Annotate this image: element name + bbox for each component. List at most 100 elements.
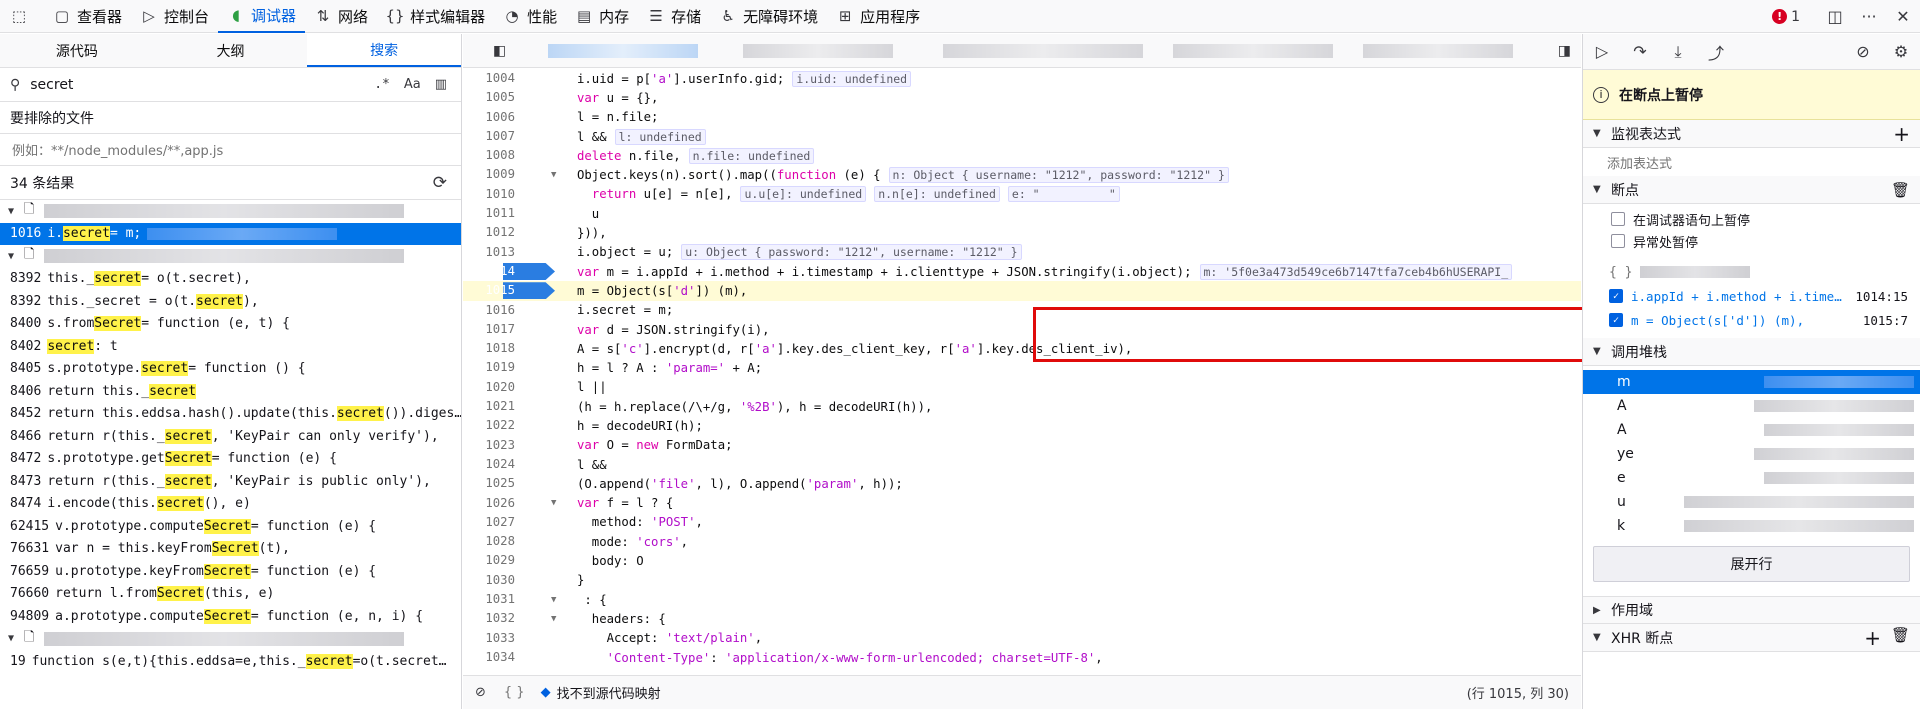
- search-result-row[interactable]: 62415 v.prototype.compute Secret = functio…: [0, 515, 461, 538]
- code-line[interactable]: 1023 var O = new FormData;: [463, 436, 1581, 455]
- code-line[interactable]: 1012})),: [463, 223, 1581, 242]
- code-line[interactable]: 1034 'Content-Type': 'application/x-www-…: [463, 648, 1581, 667]
- line-number[interactable]: 1030: [463, 571, 551, 590]
- line-number[interactable]: 1010: [463, 185, 551, 204]
- fold-toggle-icon[interactable]: ▼: [551, 498, 577, 508]
- trash-icon[interactable]: 🗑: [1891, 181, 1910, 199]
- tab-accessibility[interactable]: ♿ 无障碍环境: [710, 0, 827, 33]
- code-line[interactable]: 1011 u: [463, 204, 1581, 223]
- search-result-row[interactable]: 8466 return r(this._ secret, 'KeyPair can …: [0, 425, 461, 448]
- inline-preview[interactable]: n: Object { username: "1212", password: …: [888, 167, 1229, 184]
- code-editor[interactable]: 1004 i.uid = p['a'].userInfo.gid; i.uid: u…: [463, 69, 1581, 669]
- tab-inspector[interactable]: ▢ 查看器: [44, 0, 131, 33]
- fold-toggle-icon[interactable]: ▼: [551, 595, 577, 605]
- excluded-files-input[interactable]: 例如：**/node_modules/**,app.js: [0, 134, 461, 166]
- code-line[interactable]: 1029 body: O: [463, 551, 1581, 570]
- search-result-row[interactable]: 8472 s.prototype.get Secret = function (e)…: [0, 448, 461, 471]
- tab-sources[interactable]: 源代码: [0, 34, 154, 67]
- code-line[interactable]: 1024 l &&: [463, 455, 1581, 474]
- code-line[interactable]: 1028 mode: 'cors',: [463, 532, 1581, 551]
- code-line[interactable]: 1032 ▼ headers: {: [463, 609, 1581, 628]
- result-file-header[interactable]: ▼ 🗋: [0, 245, 461, 268]
- error-count-badge[interactable]: ! 1: [1772, 9, 1800, 25]
- add-xhr-breakpoint-icon[interactable]: +: [1864, 626, 1881, 650]
- code-line[interactable]: 1030}: [463, 571, 1581, 590]
- step-over-button[interactable]: ↷: [1621, 34, 1659, 70]
- refresh-icon[interactable]: ⟳: [433, 173, 447, 193]
- code-line[interactable]: 1015 m = Object(s['d']) (m),: [463, 281, 1581, 301]
- toggle-sidebar-icon[interactable]: ◧: [493, 43, 506, 59]
- scopes-header[interactable]: ▶ 作用域: [1583, 596, 1920, 624]
- toggle-right-sidebar-icon[interactable]: ◨: [1558, 43, 1571, 59]
- code-line[interactable]: 1014 var m = i.appId + i.method + i.times…: [463, 262, 1581, 281]
- line-number[interactable]: 1013: [463, 243, 551, 262]
- inline-preview[interactable]: u: Object { password: "1212", username: …: [681, 244, 1022, 261]
- tab-search[interactable]: 搜索: [307, 34, 462, 67]
- search-result-row[interactable]: 8392 this._secret = o(t.secret),: [0, 268, 461, 291]
- search-input[interactable]: secret: [30, 77, 374, 93]
- tab-storage[interactable]: ☰ 存储: [638, 0, 710, 33]
- inline-preview[interactable]: n.n[e]: undefined: [874, 186, 1000, 203]
- search-result-row[interactable]: 8400 s.from Secret = function (e, t) {: [0, 313, 461, 336]
- inline-preview[interactable]: u.u[e]: undefined: [740, 186, 867, 203]
- breakpoints-header[interactable]: ▼ 断点 🗑: [1583, 176, 1920, 204]
- close-devtools-button[interactable]: ✕: [1886, 0, 1920, 33]
- search-result-row[interactable]: 8473 return r(this._ secret, 'KeyPair is p…: [0, 470, 461, 493]
- search-result-row[interactable]: 8392 this._secret = o(t.secret),: [0, 290, 461, 313]
- step-in-button[interactable]: ⤓: [1659, 34, 1697, 70]
- line-number[interactable]: 1006: [463, 108, 551, 127]
- call-stack-frame[interactable]: m: [1583, 370, 1920, 394]
- add-watch-icon[interactable]: +: [1893, 122, 1910, 146]
- code-line[interactable]: 1010 return u[e] = n[e], u.u[e]: undefine…: [463, 185, 1581, 204]
- tab-network[interactable]: ⇅ 网络: [305, 0, 377, 33]
- line-number[interactable]: 1033: [463, 629, 551, 648]
- code-line[interactable]: 1020 l ||: [463, 378, 1581, 397]
- inline-preview[interactable]: m: '5f0e3a473d549ce6b7147tfa7ceb4b6hUSER…: [1199, 263, 1513, 280]
- line-number[interactable]: 1027: [463, 513, 551, 532]
- search-result-row[interactable]: 19 function s(e,t){this.eddsa=e,this._ sec…: [0, 650, 461, 673]
- expand-rows-button[interactable]: 展开行: [1593, 546, 1910, 582]
- debugger-settings-button[interactable]: ⚙: [1882, 34, 1920, 70]
- line-number[interactable]: 1005: [463, 88, 551, 107]
- checkbox[interactable]: [1611, 212, 1625, 226]
- breakpoint-item[interactable]: ✓ m = Object(s['d']) (m), 1015:7: [1583, 308, 1920, 332]
- code-line[interactable]: 1005 var u = {},: [463, 88, 1581, 107]
- search-result-row[interactable]: 8452 return this.eddsa.hash().update(this…: [0, 403, 461, 426]
- search-result-row[interactable]: 8474 i.encode(this. secret (), e): [0, 493, 461, 516]
- tab-outline[interactable]: 大纲: [154, 34, 308, 67]
- source-tab[interactable]: [743, 44, 893, 58]
- inline-preview[interactable]: i.uid: undefined: [792, 70, 912, 87]
- search-result-row[interactable]: 8402 secret: t: [0, 335, 461, 358]
- breakpoint-marker[interactable]: 1014: [463, 262, 551, 281]
- search-result-row[interactable]: 76660 return l.from Secret (this, e): [0, 583, 461, 606]
- result-file-header[interactable]: ▼ 🗋: [0, 200, 461, 223]
- line-number[interactable]: 1020: [463, 378, 551, 397]
- code-line[interactable]: 1021 (h = h.replace(/\+/g, '%2B'), h = de…: [463, 397, 1581, 416]
- line-number[interactable]: 1025: [463, 474, 551, 493]
- element-picker-button[interactable]: ⬚: [0, 0, 44, 33]
- code-line[interactable]: 1018 A = s['c'].encrypt(d, r['a'].key.des…: [463, 339, 1581, 358]
- line-number[interactable]: 1016: [463, 301, 551, 320]
- line-number[interactable]: 1017: [463, 320, 551, 339]
- call-stack-frame[interactable]: e: [1583, 466, 1920, 490]
- inline-preview[interactable]: n.file: undefined: [688, 147, 815, 164]
- tab-console[interactable]: ▷ 控制台: [131, 0, 218, 33]
- line-number[interactable]: 1034: [463, 648, 551, 667]
- call-stack-frame[interactable]: k: [1583, 514, 1920, 538]
- line-number[interactable]: 1029: [463, 551, 551, 570]
- fold-toggle-icon[interactable]: ▼: [551, 614, 577, 624]
- more-options-button[interactable]: ···: [1852, 0, 1886, 33]
- line-number[interactable]: 1023: [463, 436, 551, 455]
- code-line[interactable]: 1031 ▼ : {: [463, 590, 1581, 609]
- line-number[interactable]: 1007: [463, 127, 551, 146]
- tab-debugger[interactable]: ◖ 调试器: [218, 0, 306, 33]
- tab-memory[interactable]: ▤ 内存: [566, 0, 638, 33]
- pretty-print-icon[interactable]: ⊘: [475, 685, 486, 700]
- tab-style-editor[interactable]: {} 样式编辑器: [377, 0, 494, 33]
- search-result-row[interactable]: 1016 i. secret = m;: [0, 222, 461, 245]
- line-number[interactable]: 1021: [463, 397, 551, 416]
- code-line[interactable]: 1026 ▼ var f = l ? {: [463, 494, 1581, 513]
- watch-expressions-header[interactable]: ▼ 监视表达式 +: [1583, 120, 1920, 148]
- trash-icon[interactable]: 🗑: [1891, 626, 1910, 650]
- line-number[interactable]: 1004: [463, 69, 551, 88]
